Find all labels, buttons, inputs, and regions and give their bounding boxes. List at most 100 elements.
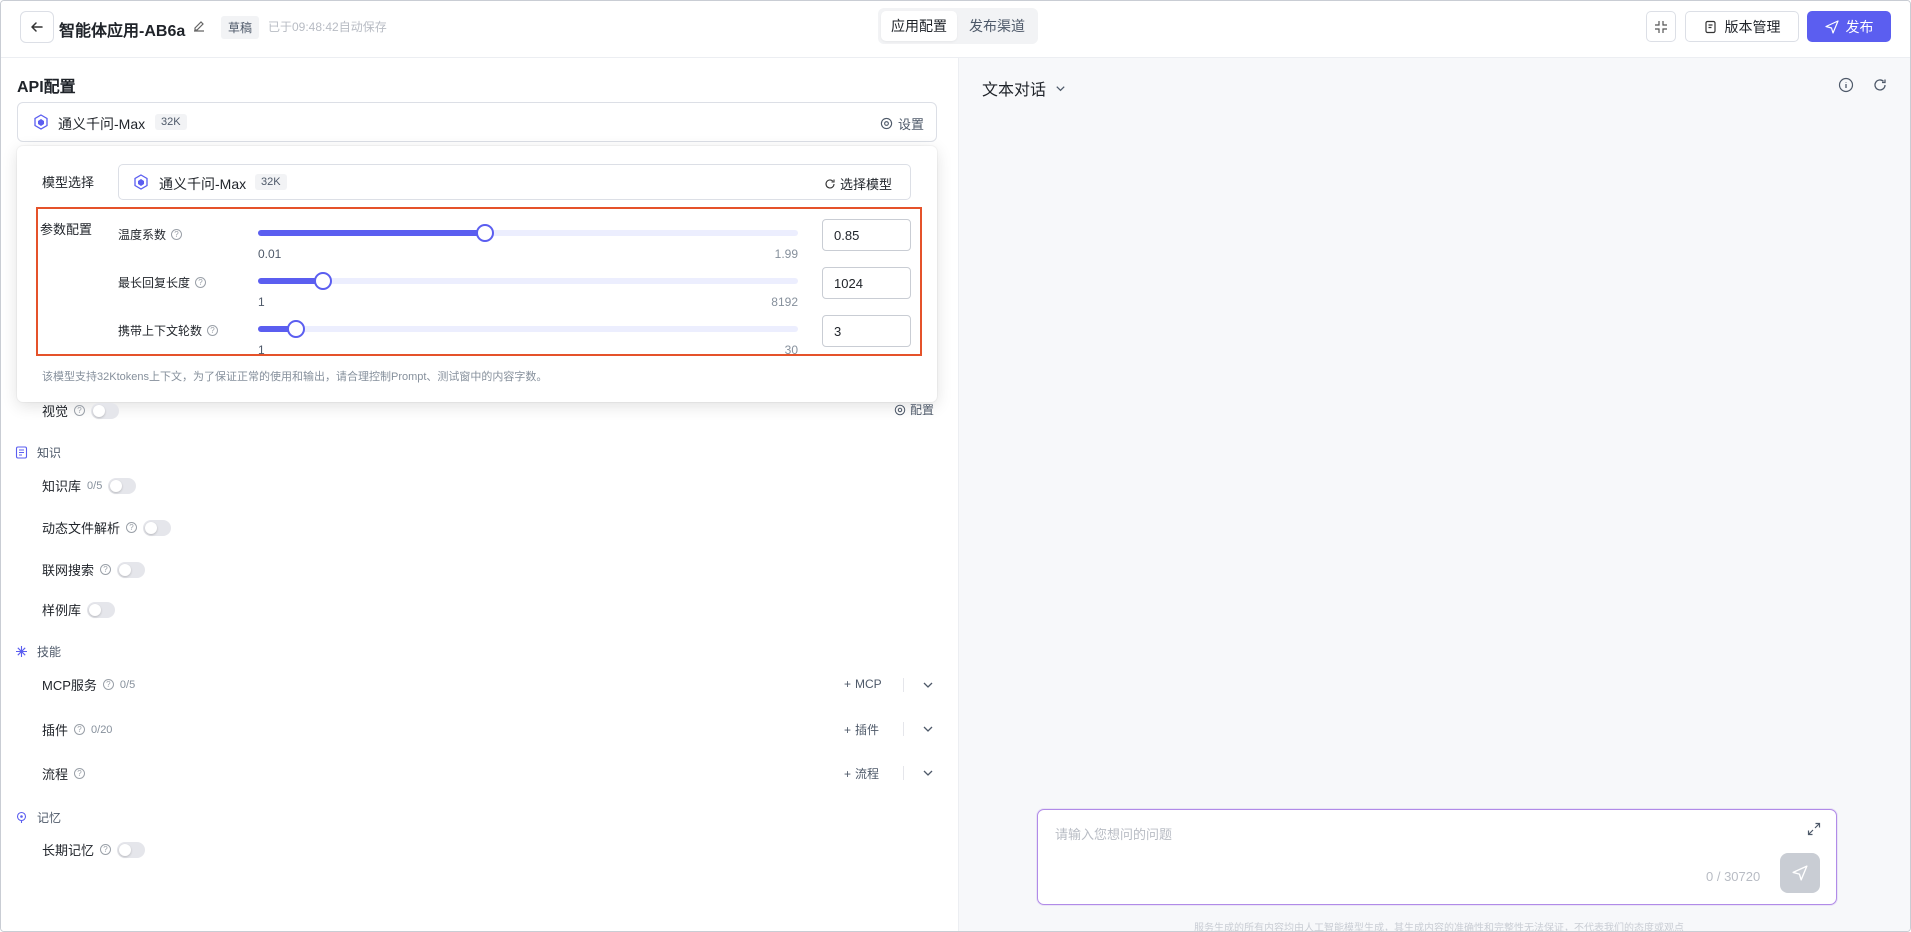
temperature-min: 0.01: [258, 247, 282, 261]
knowledge-section-title: 知识: [14, 444, 61, 461]
help-icon[interactable]: ?: [74, 724, 86, 735]
dynamic-file-parse-label: 动态文件解析: [42, 521, 121, 536]
long-term-memory-row: 长期记忆 ?: [42, 840, 146, 859]
context-rounds-input[interactable]: 3: [822, 315, 911, 347]
knowledge-base-toggle[interactable]: [108, 477, 137, 494]
version-icon: [1704, 20, 1716, 33]
long-term-memory-label: 长期记忆: [42, 843, 95, 858]
gear-icon: [880, 117, 893, 130]
model-select-label: 模型选择: [42, 175, 95, 190]
add-mcp-button[interactable]: + MCP: [844, 677, 882, 691]
mcp-service-count: 0/5: [119, 678, 136, 691]
context-rounds-slider[interactable]: [258, 320, 798, 338]
separator: [903, 722, 904, 736]
add-plugin-button[interactable]: + 插件: [844, 721, 879, 738]
example-library-row: 样例库: [42, 600, 116, 619]
top-header: 智能体应用-AB6a 草稿 已于09:48:42自动保存 应用配置 发布渠道 版…: [1, 1, 1910, 58]
skills-section-title: 技能: [14, 643, 61, 660]
memory-icon: [14, 811, 28, 825]
chevron-down-icon[interactable]: [921, 766, 935, 780]
select-model-label: 选择模型: [839, 177, 892, 192]
help-icon[interactable]: ?: [100, 564, 112, 575]
vision-toggle[interactable]: [91, 402, 120, 419]
version-label: 版本管理: [1724, 18, 1781, 35]
arrow-left-icon: [31, 22, 43, 32]
help-icon[interactable]: ?: [207, 325, 219, 336]
version-management-button[interactable]: 版本管理: [1685, 11, 1799, 42]
knowledge-base-label: 知识库: [42, 479, 82, 494]
param-temperature-label: 温度系数 ?: [118, 226, 183, 243]
tab-app-config[interactable]: 应用配置: [881, 11, 957, 41]
chat-mode-label: 文本对话: [982, 82, 1047, 99]
param-max-length-label: 最长回复长度 ?: [118, 274, 207, 291]
chevron-down-icon[interactable]: [921, 722, 935, 736]
separator: [903, 678, 904, 692]
vision-label: 视觉: [42, 404, 69, 419]
help-icon[interactable]: ?: [102, 679, 114, 690]
help-icon[interactable]: ?: [195, 277, 207, 288]
plus-icon: +: [844, 677, 852, 691]
popover-model-box[interactable]: 通义千问-Max 32K 选择模型: [118, 164, 911, 200]
info-icon[interactable]: [1838, 77, 1854, 93]
chat-input-placeholder[interactable]: 请输入您想问的问题: [1055, 824, 1172, 843]
param-context-rounds-label: 携带上下文轮数 ?: [118, 322, 219, 339]
flow-label: 流程: [42, 767, 69, 782]
help-icon[interactable]: ?: [171, 229, 183, 240]
memory-section-title: 记忆: [14, 809, 61, 826]
plugin-count: 0/20: [91, 723, 113, 736]
temperature-max: 1.99: [774, 247, 798, 261]
select-model-button[interactable]: 选择模型: [824, 174, 892, 193]
web-search-toggle[interactable]: [117, 561, 146, 578]
vision-row: 视觉 ?: [42, 401, 120, 420]
chevron-down-icon: [1056, 85, 1065, 91]
chat-mode-dropdown[interactable]: 文本对话: [982, 76, 1067, 100]
temperature-slider[interactable]: [258, 224, 798, 242]
tab-publish-channels[interactable]: 发布渠道: [959, 11, 1035, 41]
help-icon[interactable]: ?: [74, 768, 86, 779]
chat-input-box[interactable]: 请输入您想问的问题 0 / 30720: [1037, 809, 1837, 905]
ai-disclaimer: 服务生成的所有内容均由人工智能模型生成，其生成内容的准确性和完整性无法保证，不代…: [1194, 923, 1684, 932]
config-label: 配置: [910, 403, 935, 417]
separator: [903, 766, 904, 780]
refresh-icon[interactable]: [1872, 77, 1888, 93]
model-logo-icon: [134, 174, 148, 190]
chevron-down-icon[interactable]: [921, 678, 935, 692]
context-rounds-max: 30: [784, 343, 798, 357]
plugin-label: 插件: [42, 723, 69, 738]
max-length-slider-thumb[interactable]: [313, 272, 332, 290]
dynamic-file-parse-toggle[interactable]: [143, 519, 172, 536]
book-icon: [14, 446, 28, 460]
long-term-memory-toggle[interactable]: [117, 841, 146, 858]
temperature-slider-thumb[interactable]: [475, 224, 494, 242]
help-icon[interactable]: ?: [100, 844, 112, 855]
dynamic-file-parse-row: 动态文件解析 ?: [42, 518, 172, 537]
model-logo-icon: [34, 114, 48, 130]
context-rounds-slider-thumb[interactable]: [286, 320, 305, 338]
expand-icon[interactable]: [1806, 821, 1822, 837]
example-library-toggle[interactable]: [87, 601, 116, 618]
edit-icon[interactable]: [191, 18, 207, 34]
params-label: 参数配置: [40, 222, 93, 237]
publish-button[interactable]: 发布: [1807, 11, 1891, 42]
plugin-row: 插件 ? 0/20: [42, 720, 112, 739]
mcp-service-row: MCP服务 ? 0/5: [42, 675, 135, 694]
center-tabs: 应用配置 发布渠道: [878, 8, 1038, 44]
back-button[interactable]: [20, 11, 54, 43]
status-badge: 草稿: [221, 16, 260, 39]
settings-label: 设置: [897, 117, 924, 132]
add-flow-button[interactable]: + 流程: [844, 765, 879, 782]
mcp-service-label: MCP服务: [42, 678, 97, 693]
max-length-input[interactable]: 1024: [822, 267, 911, 299]
settings-button[interactable]: 设置: [880, 114, 924, 133]
model-name: 通义千问-Max: [58, 116, 146, 132]
max-length-slider[interactable]: [258, 272, 798, 290]
vision-config-button[interactable]: 配置: [894, 401, 934, 418]
help-icon[interactable]: ?: [126, 522, 138, 533]
help-icon[interactable]: ?: [74, 405, 86, 416]
send-icon: [1792, 865, 1808, 881]
send-button[interactable]: [1780, 853, 1820, 893]
char-count: 0 / 30720: [1706, 869, 1761, 884]
temperature-input[interactable]: 0.85: [822, 219, 911, 251]
collapse-button[interactable]: [1646, 11, 1676, 42]
model-selector-bar[interactable]: 通义千问-Max 32K 设置: [17, 102, 937, 142]
